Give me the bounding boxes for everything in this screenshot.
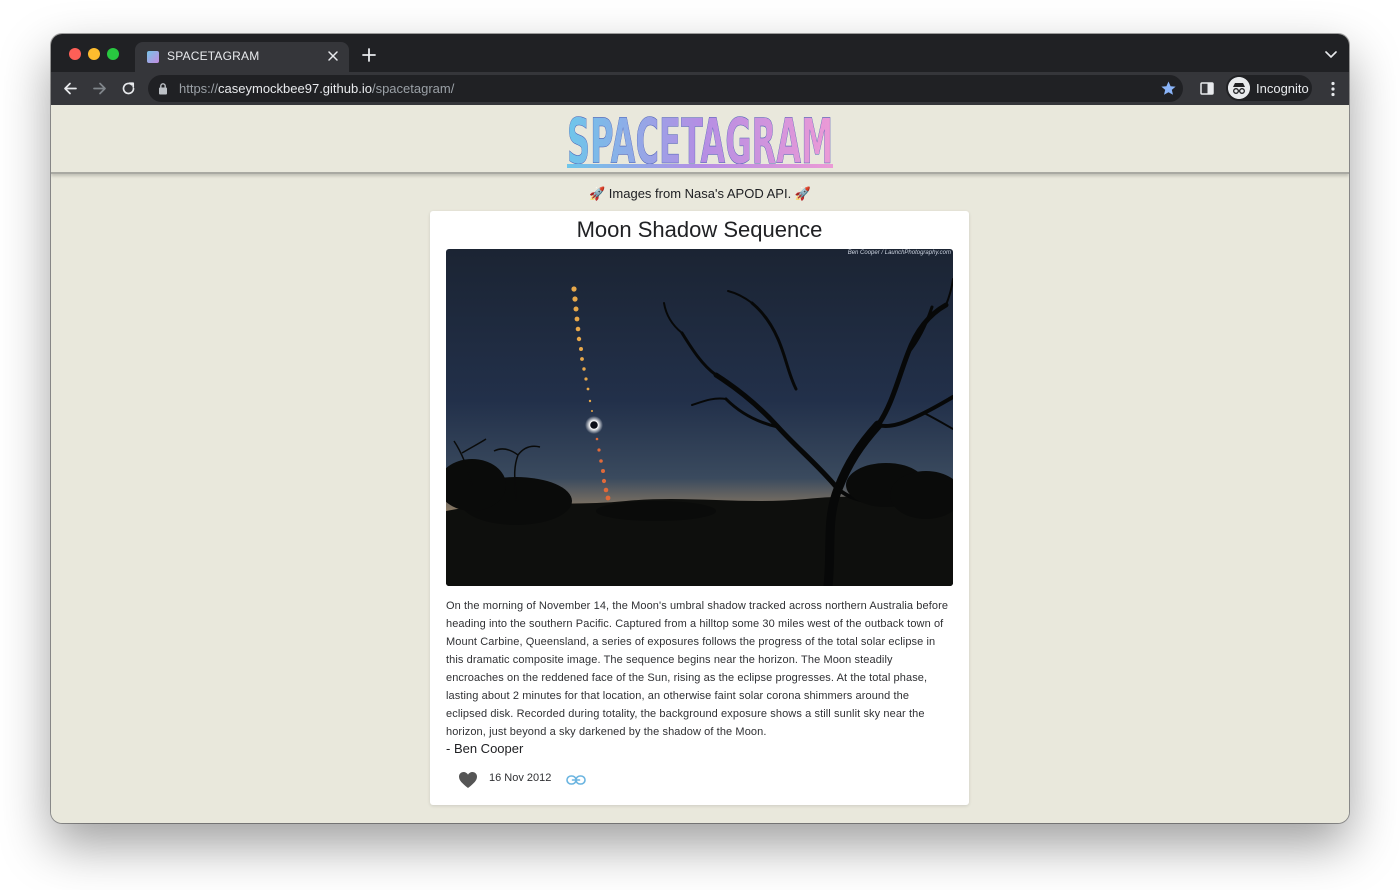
url-text[interactable]: https://caseymockbee97.github.io/spaceta…	[179, 81, 454, 96]
reload-icon[interactable]	[120, 80, 137, 97]
tab-search-chevron-icon[interactable]	[1325, 50, 1337, 60]
favicon-icon	[147, 51, 159, 63]
side-panel-icon[interactable]	[1200, 82, 1214, 95]
url-path: /spacetagram/	[371, 81, 455, 96]
incognito-label: Incognito	[1256, 81, 1309, 96]
apod-image[interactable]: Ben Cooper / LaunchPhotography.com	[446, 249, 953, 586]
post-explanation: On the morning of November 14, the Moon'…	[446, 600, 949, 738]
close-window-button[interactable]	[69, 48, 81, 60]
address-bar[interactable]: https://caseymockbee97.github.io/spaceta…	[148, 75, 1183, 102]
image-credit: Ben Cooper / LaunchPhotography.com	[847, 250, 951, 256]
post-date: 16 Nov 2012	[489, 772, 552, 784]
url-host: caseymockbee97.github.io	[218, 81, 372, 96]
heart-icon[interactable]	[458, 771, 478, 789]
minimize-window-button[interactable]	[88, 48, 100, 60]
tab-spacetagram[interactable]: SPACETAGRAM	[135, 42, 349, 72]
logo-text: SPACETAGRAM	[567, 109, 833, 169]
url-scheme: https://	[179, 81, 219, 96]
star-icon[interactable]	[1160, 80, 1177, 97]
link-icon[interactable]	[566, 774, 586, 786]
spacetagram-logo[interactable]: SPACETAGRAM	[564, 109, 836, 169]
eclipse-photo	[446, 249, 953, 586]
maximize-window-button[interactable]	[107, 48, 119, 60]
site-subtitle: 🚀 Images from Nasa's APOD API. 🚀	[589, 186, 811, 201]
incognito-icon	[1228, 77, 1250, 99]
incognito-profile-button[interactable]: Incognito	[1226, 75, 1312, 101]
close-tab-icon[interactable]	[325, 48, 341, 64]
post-title: Moon Shadow Sequence	[576, 217, 823, 242]
page-content: SPACETAGRAM 🚀 Images from Nasa's APOD AP…	[51, 105, 1349, 823]
tab-title: SPACETAGRAM	[167, 49, 260, 63]
tab-strip: SPACETAGRAM	[51, 34, 1349, 72]
site-header: SPACETAGRAM	[51, 105, 1349, 174]
post-author: - Ben Cooper	[446, 741, 524, 756]
logo-underline	[567, 164, 833, 168]
post-card: Moon Shadow Sequence Ben Cooper / Launch…	[430, 211, 969, 805]
forward-arrow-icon[interactable]	[91, 80, 108, 97]
kebab-menu-icon[interactable]	[1331, 81, 1335, 97]
back-arrow-icon[interactable]	[62, 80, 79, 97]
browser-window: SPACETAGRAM https://caseymockbee97.githu…	[51, 34, 1349, 823]
lock-icon[interactable]	[158, 82, 168, 95]
new-tab-icon[interactable]	[361, 47, 377, 63]
browser-toolbar: https://caseymockbee97.github.io/spaceta…	[51, 72, 1349, 105]
